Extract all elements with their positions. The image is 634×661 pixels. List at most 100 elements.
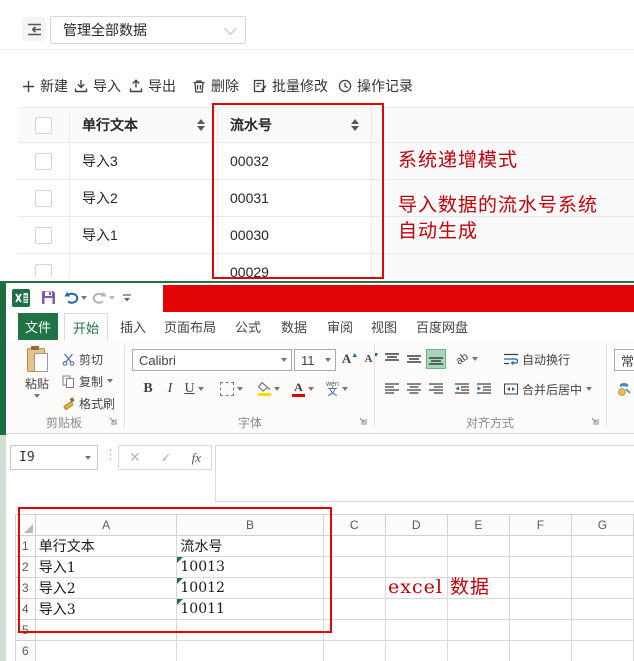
- tab-page-layout[interactable]: 页面布局: [154, 313, 226, 340]
- row-header[interactable]: 6: [16, 641, 36, 661]
- tab-view[interactable]: 视图: [362, 313, 406, 340]
- grow-font-button[interactable]: A ▲: [340, 349, 360, 369]
- merge-center-button[interactable]: 合并后居中: [504, 380, 592, 398]
- fill-color-dropdown-caret[interactable]: [274, 387, 280, 391]
- phonetic-guide-button[interactable]: wén 文: [322, 379, 352, 399]
- name-box[interactable]: I9: [10, 445, 98, 470]
- copy-button[interactable]: 复制: [62, 372, 113, 390]
- tab-review[interactable]: 审阅: [318, 313, 362, 340]
- italic-button[interactable]: I: [160, 379, 180, 399]
- font-color-dropdown-caret[interactable]: [308, 387, 314, 391]
- phonetic-dropdown-caret[interactable]: [342, 387, 348, 391]
- accounting-format-button[interactable]: [614, 379, 634, 399]
- wrap-text-icon: [504, 353, 518, 365]
- align-right-button[interactable]: [426, 379, 446, 399]
- borders-dropdown-caret[interactable]: [237, 387, 243, 391]
- borders-button[interactable]: [216, 379, 246, 399]
- redo-button[interactable]: [92, 291, 115, 304]
- cell-text: [70, 254, 218, 277]
- batch-edit-button[interactable]: 批量修改: [253, 76, 328, 96]
- underline-dropdown-caret[interactable]: [198, 387, 204, 391]
- select-all-checkbox[interactable]: [35, 117, 52, 134]
- font-color-button[interactable]: A: [288, 379, 318, 399]
- bold-button[interactable]: B: [138, 379, 158, 399]
- tab-formulas[interactable]: 公式: [226, 313, 270, 340]
- alignment-dialog-launcher[interactable]: [590, 416, 600, 426]
- formula-bar-input[interactable]: [215, 445, 634, 502]
- cancel-entry-button[interactable]: ✕: [129, 449, 141, 466]
- tab-insert[interactable]: 插入: [112, 313, 154, 340]
- paste-button[interactable]: 粘贴: [18, 346, 56, 408]
- align-bottom-button[interactable]: [426, 349, 446, 369]
- name-box-dropdown-caret[interactable]: [85, 456, 91, 460]
- row-checkbox[interactable]: [35, 264, 52, 278]
- tab-file[interactable]: 文件: [18, 313, 58, 340]
- tab-baidu-netdisk[interactable]: 百度网盘: [406, 313, 478, 340]
- chevron-down-icon: [281, 358, 287, 362]
- font-name-select[interactable]: Calibri: [132, 349, 292, 371]
- new-record-button[interactable]: 新建: [22, 76, 68, 96]
- confirm-entry-button[interactable]: ✓: [161, 450, 172, 466]
- tab-data[interactable]: 数据: [272, 313, 316, 340]
- align-center-icon: [407, 383, 421, 395]
- fill-color-button[interactable]: [254, 379, 284, 399]
- export-button[interactable]: 导出: [129, 76, 176, 96]
- align-top-button[interactable]: [382, 349, 402, 369]
- data-view-select[interactable]: 管理全部数据: [50, 16, 246, 44]
- redo-dropdown-caret[interactable]: [109, 296, 115, 300]
- history-button[interactable]: 操作记录: [338, 76, 413, 96]
- fill-color-icon: [258, 382, 271, 396]
- formula-bar-grip[interactable]: ⋮: [104, 447, 117, 463]
- increase-indent-button[interactable]: [474, 379, 494, 399]
- orientation-button[interactable]: ab: [452, 349, 482, 369]
- wrap-text-button[interactable]: 自动换行: [504, 350, 570, 368]
- row-checkbox[interactable]: [35, 227, 52, 244]
- align-top-icon: [385, 353, 399, 365]
- column-header[interactable]: G: [571, 515, 633, 536]
- phonetic-icon: wén 文: [326, 381, 339, 398]
- collapse-sidebar-button[interactable]: [22, 17, 46, 41]
- copy-icon: [62, 375, 75, 388]
- undo-dropdown-caret[interactable]: [81, 296, 87, 300]
- font-dialog-launcher[interactable]: [358, 416, 368, 426]
- underline-button[interactable]: U: [180, 379, 208, 399]
- select-all-cell: [18, 107, 70, 143]
- align-right-icon: [429, 383, 443, 395]
- row-checkbox[interactable]: [35, 153, 52, 170]
- column-header[interactable]: E: [447, 515, 509, 536]
- import-button[interactable]: 导入: [74, 76, 121, 96]
- annotation-text: 自动生成: [398, 216, 478, 243]
- cut-button[interactable]: 剪切: [62, 350, 103, 368]
- sort-icon[interactable]: [197, 119, 205, 131]
- delete-button[interactable]: 删除: [192, 76, 239, 96]
- trash-icon: [192, 79, 206, 93]
- customize-quick-access-button[interactable]: [122, 293, 132, 303]
- merge-dropdown-caret[interactable]: [586, 387, 592, 391]
- cell-text: 导入2: [70, 180, 218, 217]
- shrink-font-button[interactable]: A ▼: [362, 349, 382, 369]
- copy-dropdown-caret[interactable]: [107, 379, 113, 383]
- undo-button[interactable]: [64, 291, 87, 304]
- format-painter-button[interactable]: 格式刷: [62, 394, 115, 412]
- export-icon: [129, 79, 143, 93]
- align-middle-button[interactable]: [404, 349, 424, 369]
- row-checkbox[interactable]: [35, 190, 52, 207]
- font-size-select[interactable]: 11: [294, 349, 336, 371]
- clipboard-dialog-launcher[interactable]: [108, 416, 118, 426]
- tab-home[interactable]: 开始: [64, 313, 108, 341]
- number-format-select[interactable]: 常: [614, 349, 634, 371]
- save-button[interactable]: [41, 290, 56, 305]
- column-header[interactable]: C: [323, 515, 385, 536]
- orientation-dropdown-caret[interactable]: [472, 357, 478, 361]
- column-header[interactable]: D: [385, 515, 447, 536]
- decrease-indent-button[interactable]: [452, 379, 472, 399]
- increase-indent-icon: [477, 383, 491, 395]
- clock-icon: [338, 79, 352, 93]
- insert-function-button[interactable]: fx: [192, 450, 201, 466]
- annotation-text-excel: excel 数据: [388, 572, 490, 599]
- paste-dropdown-caret[interactable]: [34, 394, 40, 398]
- align-left-button[interactable]: [382, 379, 402, 399]
- column-header-text[interactable]: 单行文本: [70, 107, 218, 143]
- column-header[interactable]: F: [509, 515, 571, 536]
- align-center-button[interactable]: [404, 379, 424, 399]
